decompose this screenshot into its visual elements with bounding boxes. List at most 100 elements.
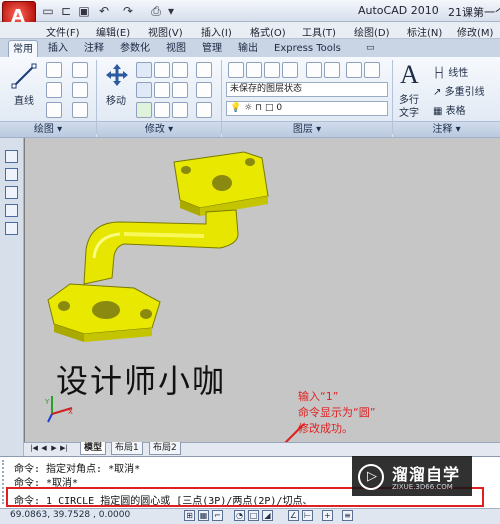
play-icon: ▷ — [358, 464, 384, 490]
multiline-text-icon[interactable]: A — [400, 60, 419, 90]
app-title: AutoCAD 2010 — [358, 4, 439, 17]
layer-freeze-icon[interactable] — [306, 62, 322, 78]
explode-tool-icon[interactable] — [196, 82, 212, 98]
line-tool-label[interactable]: 直线 — [14, 92, 34, 107]
toolbar-tool-icon[interactable] — [5, 150, 18, 163]
layer-state-icon[interactable] — [246, 62, 262, 78]
linear-dimension-icon: ├┤ — [433, 68, 446, 79]
mtext-label-line2[interactable]: 文字 — [399, 104, 419, 119]
plot-icon[interactable]: ⎙ — [148, 3, 164, 19]
table-label: 表格 — [445, 106, 466, 117]
tab-home[interactable]: 常用 — [8, 40, 38, 57]
snap-tracking-icon[interactable]: ∠ — [288, 510, 299, 521]
arc-tool-icon[interactable] — [72, 62, 88, 78]
open-icon[interactable]: ⊏ — [58, 3, 74, 19]
extend-tool-icon[interactable] — [172, 62, 188, 78]
3d-object-snap-icon[interactable]: ◢ — [262, 510, 273, 521]
layer-off-icon[interactable] — [324, 62, 340, 78]
circle-tool-icon[interactable] — [46, 82, 62, 98]
layer-properties-icon[interactable] — [228, 62, 244, 78]
grid-display-icon[interactable]: ▦ — [198, 510, 209, 521]
menu-edit[interactable]: 编辑(E) — [96, 24, 130, 39]
quick-access-dropdown-icon[interactable]: ▾ — [166, 3, 176, 19]
offset-tool-icon[interactable] — [196, 102, 212, 118]
document-title: 21课第一个 — [448, 6, 500, 19]
tab-output[interactable]: 输出 — [234, 40, 262, 57]
new-icon[interactable]: ▭ — [40, 3, 56, 19]
linear-dimension-button[interactable]: ├┤ 线性 — [433, 64, 468, 79]
annotation-line: 输入“1” — [298, 390, 339, 403]
linear-dimension-label: 线性 — [448, 68, 469, 79]
redo-icon[interactable]: ↷ — [120, 3, 136, 19]
menu-file[interactable]: 文件(F) — [46, 24, 80, 39]
layer-match-icon[interactable] — [364, 62, 380, 78]
layer-color-swatch: □ — [264, 103, 274, 113]
layer-isolate-icon[interactable] — [264, 62, 280, 78]
erase-tool-icon[interactable] — [196, 62, 212, 78]
menu-view[interactable]: 视图(V) — [148, 24, 183, 39]
table-button[interactable]: ▦ 表格 — [433, 102, 466, 117]
toolbar-tool-icon[interactable] — [5, 168, 18, 181]
tab-layout1[interactable]: 布局1 — [111, 442, 143, 455]
last-tab-icon[interactable]: ▶| — [60, 443, 68, 454]
ribbon-minimize-icon[interactable]: ▭ — [362, 40, 379, 57]
layers-panel-title[interactable]: 图层 ▾ — [222, 121, 392, 137]
copy-tool-icon[interactable] — [136, 82, 152, 98]
polyline-tool-icon[interactable] — [46, 62, 62, 78]
menu-insert[interactable]: 插入(I) — [201, 24, 232, 39]
draw-panel-title[interactable]: 绘图 ▾ — [0, 121, 96, 137]
line-tool-icon[interactable] — [10, 62, 38, 90]
tab-annotate[interactable]: 注释 — [80, 40, 108, 57]
modify-panel-title[interactable]: 修改 ▾ — [97, 121, 221, 137]
layer-unisolate-icon[interactable] — [282, 62, 298, 78]
tab-parametric[interactable]: 参数化 — [116, 40, 154, 57]
toolbar-tool-icon[interactable] — [5, 204, 18, 217]
dynamic-input-icon[interactable]: + — [322, 510, 333, 521]
dynamic-ucs-icon[interactable]: ⊢ — [302, 510, 313, 521]
lineweight-icon[interactable]: ≡ — [342, 510, 353, 521]
watermark-subtitle: ZIXUE.3D66.COM — [392, 483, 453, 491]
next-tab-icon[interactable]: ▶ — [50, 443, 58, 454]
tab-model[interactable]: 模型 — [80, 442, 107, 455]
tab-manage[interactable]: 管理 — [198, 40, 226, 57]
rectangle-tool-icon[interactable] — [72, 82, 88, 98]
snap-mode-icon[interactable]: ⊞ — [184, 510, 195, 521]
annotation-panel-title[interactable]: 注释 ▾ — [393, 121, 500, 137]
current-layer-dropdown[interactable]: 💡 ☼ ⊓ □ 0 — [226, 101, 388, 116]
menu-dimension[interactable]: 标注(N) — [407, 24, 442, 39]
current-layer-name: 0 — [276, 103, 283, 113]
undo-icon[interactable]: ↶ — [96, 3, 112, 19]
layer-lock-icon[interactable] — [346, 62, 362, 78]
trim-tool-icon[interactable] — [154, 62, 170, 78]
ellipse-tool-icon[interactable] — [46, 102, 62, 118]
tab-express-tools[interactable]: Express Tools — [270, 40, 345, 57]
toolbar-tool-icon[interactable] — [5, 186, 18, 199]
tab-layout2[interactable]: 布局2 — [149, 442, 181, 455]
stretch-tool-icon[interactable] — [136, 102, 152, 118]
layer-state-dropdown[interactable]: 未保存的图层状态 — [226, 82, 388, 97]
save-icon[interactable]: ▣ — [76, 3, 92, 19]
tab-view[interactable]: 视图 — [162, 40, 190, 57]
menu-draw[interactable]: 绘图(D) — [354, 24, 390, 39]
object-snap-icon[interactable]: □ — [248, 510, 259, 521]
menu-tools[interactable]: 工具(T) — [302, 24, 336, 39]
toolbar-tool-icon[interactable] — [5, 222, 18, 235]
move-tool-icon[interactable] — [104, 62, 130, 88]
coordinate-readout: 69.0863, 39.7528 , 0.0000 — [10, 510, 131, 520]
polar-tracking-icon[interactable]: ◔ — [234, 510, 245, 521]
fillet-tool-icon[interactable] — [172, 82, 188, 98]
menu-format[interactable]: 格式(O) — [250, 24, 286, 39]
move-tool-label[interactable]: 移动 — [106, 92, 126, 107]
first-tab-icon[interactable]: |◀ — [30, 443, 38, 454]
ortho-mode-icon[interactable]: ⌐ — [212, 510, 223, 521]
array-tool-icon[interactable] — [172, 102, 188, 118]
scale-tool-icon[interactable] — [154, 102, 170, 118]
multileader-button[interactable]: ↗ 多重引线 — [433, 83, 485, 98]
annotation-line: 命令显示为“圆” — [298, 406, 376, 419]
hatch-tool-icon[interactable] — [72, 102, 88, 118]
mirror-tool-icon[interactable] — [154, 82, 170, 98]
tab-insert[interactable]: 插入 — [44, 40, 72, 57]
rotate-tool-icon[interactable] — [136, 62, 152, 78]
prev-tab-icon[interactable]: ◀ — [40, 443, 48, 454]
menu-modify[interactable]: 修改(M) — [457, 24, 493, 39]
